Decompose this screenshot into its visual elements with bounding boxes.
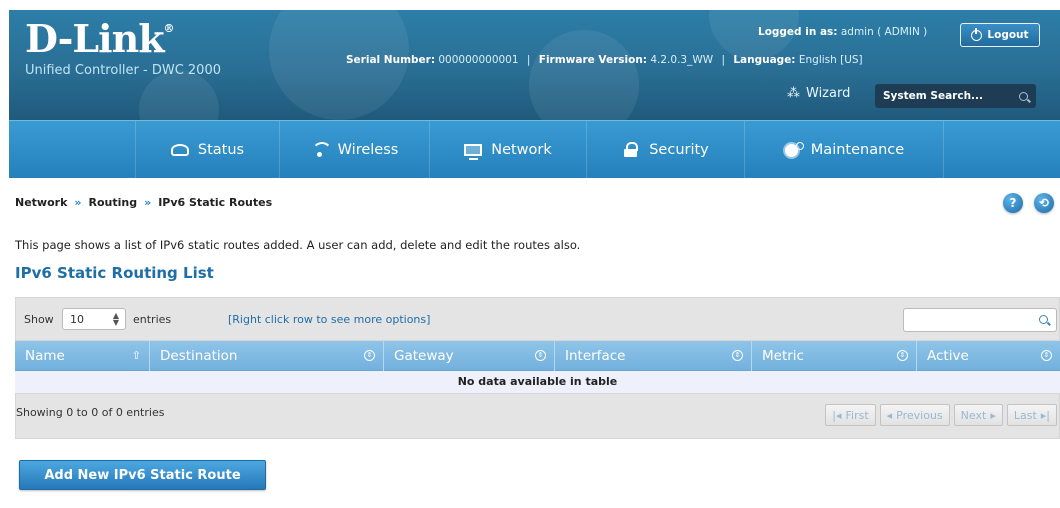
nav-item-wireless[interactable]: Wireless bbox=[279, 121, 429, 179]
column-header-interface[interactable]: Interface ⇕ bbox=[555, 341, 752, 371]
breadcrumb-current: IPv6 Static Routes bbox=[158, 196, 273, 209]
entries-label: entries bbox=[133, 313, 172, 326]
sort-icon: ⇕ bbox=[364, 350, 375, 361]
first-page-button[interactable]: |◂ First bbox=[825, 404, 876, 426]
right-click-hint: [Right click row to see more options] bbox=[228, 313, 431, 326]
column-header-gateway[interactable]: Gateway ⇕ bbox=[384, 341, 555, 371]
nav-item-network[interactable]: Network bbox=[429, 121, 586, 179]
nav-item-label: Network bbox=[491, 142, 552, 158]
previous-label: Previous bbox=[896, 408, 943, 422]
sort-icon: ⇕ bbox=[732, 350, 743, 361]
firmware-value: 4.2.0.3_WW bbox=[650, 54, 714, 66]
column-label: Metric bbox=[762, 348, 804, 364]
logged-label: Logged in as: bbox=[758, 26, 838, 38]
last-label: Last bbox=[1013, 408, 1037, 422]
lock-icon bbox=[622, 142, 640, 158]
decorative-bubble bbox=[529, 30, 639, 120]
column-header-name[interactable]: Name ⇧ bbox=[15, 341, 150, 371]
logout-button[interactable]: Logout bbox=[960, 23, 1040, 47]
column-label: Destination bbox=[160, 348, 238, 364]
nav-item-label: Wireless bbox=[337, 142, 399, 158]
language-value[interactable]: English [US] bbox=[799, 54, 863, 66]
column-label: Gateway bbox=[394, 348, 454, 364]
table-controls: Show 10 ▲ ▼ entries [Right click row to s… bbox=[15, 297, 1060, 341]
first-icon: |◂ bbox=[832, 408, 842, 422]
table-info: Showing 0 to 0 of 0 entries bbox=[16, 406, 165, 419]
wifi-icon bbox=[311, 142, 332, 158]
table-search-input[interactable] bbox=[903, 308, 1057, 332]
column-label: Interface bbox=[565, 348, 626, 364]
search-icon bbox=[1039, 315, 1048, 324]
breadcrumb-routing[interactable]: Routing bbox=[89, 196, 138, 209]
search-placeholder: System Search... bbox=[883, 90, 984, 102]
page-description: This page shows a list of IPv6 static ro… bbox=[15, 238, 581, 252]
page-size-value: 10 bbox=[70, 312, 84, 326]
nav-item-label: Status bbox=[197, 142, 245, 158]
gear-icon bbox=[784, 142, 804, 158]
sort-ascending-icon: ⇧ bbox=[131, 349, 141, 362]
next-page-button[interactable]: Next ▸ bbox=[953, 404, 1003, 426]
wand-icon: ⁂ bbox=[787, 86, 800, 101]
last-icon: ▸| bbox=[1040, 408, 1050, 422]
add-ipv6-route-button[interactable]: Add New IPv6 Static Route bbox=[19, 460, 266, 490]
network-icon bbox=[464, 144, 483, 160]
nav-item-label: Maintenance bbox=[810, 142, 905, 158]
language-label: Language: bbox=[733, 54, 796, 66]
select-arrows-icon: ▲ ▼ bbox=[112, 311, 119, 327]
device-info: Serial Number: 000000000001 | Firmware V… bbox=[346, 54, 863, 66]
nav-item-security[interactable]: Security bbox=[586, 121, 744, 179]
sort-icon: ⇕ bbox=[535, 350, 546, 361]
refresh-icon[interactable]: ⟲ bbox=[1034, 193, 1054, 213]
page-size-select[interactable]: 10 ▲ ▼ bbox=[62, 308, 126, 330]
previous-page-button[interactable]: ◂ Previous bbox=[879, 404, 950, 426]
logo-text: D-Link bbox=[25, 16, 165, 61]
system-search-input[interactable]: System Search... bbox=[875, 84, 1036, 108]
previous-icon: ◂ bbox=[886, 408, 893, 422]
last-page-button[interactable]: Last ▸| bbox=[1006, 404, 1057, 426]
nav-item-status[interactable]: Status bbox=[135, 121, 279, 179]
column-header-destination[interactable]: Destination ⇕ bbox=[150, 341, 384, 371]
wizard-link[interactable]: ⁂ Wizard bbox=[787, 86, 850, 101]
column-label: Active bbox=[927, 348, 969, 364]
nav-item-label: Security bbox=[649, 142, 709, 158]
next-icon: ▸ bbox=[990, 408, 996, 422]
nav-item-maintenance[interactable]: Maintenance bbox=[744, 121, 944, 179]
search-icon[interactable] bbox=[1019, 91, 1028, 101]
sort-icon: ⇕ bbox=[897, 350, 908, 361]
registered-mark: ® bbox=[163, 22, 175, 35]
pagination: |◂ First ◂ Previous Next ▸ Last ▸| bbox=[825, 404, 1057, 426]
wizard-label: Wizard bbox=[806, 86, 851, 101]
show-label: Show bbox=[24, 313, 54, 326]
table-footer: Showing 0 to 0 of 0 entries |◂ First ◂ Pre… bbox=[15, 393, 1060, 439]
logged-in-info: Logged in as: admin ( ADMIN ) bbox=[758, 26, 927, 38]
first-label: First bbox=[845, 408, 869, 422]
product-name: Unified Controller - DWC 2000 bbox=[25, 63, 221, 78]
column-label: Name bbox=[25, 348, 65, 364]
header-banner: D-Link® Unified Controller - DWC 2000 Se… bbox=[9, 10, 1060, 120]
table-header: Name ⇧ Destination ⇕ Gateway ⇕ Interface… bbox=[15, 341, 1060, 371]
section-title: IPv6 Static Routing List bbox=[15, 264, 214, 282]
logged-user: admin ( ADMIN ) bbox=[840, 26, 928, 38]
breadcrumb-network[interactable]: Network bbox=[15, 196, 67, 209]
logout-label: Logout bbox=[987, 29, 1029, 41]
help-icon[interactable]: ? bbox=[1003, 193, 1023, 213]
serial-value: 000000000001 bbox=[438, 54, 519, 66]
dlink-logo[interactable]: D-Link® bbox=[25, 16, 175, 61]
column-header-active[interactable]: Active ⇕ bbox=[917, 341, 1060, 371]
breadcrumb: Network» Routing» IPv6 Static Routes bbox=[15, 196, 273, 209]
power-icon bbox=[971, 27, 983, 41]
status-icon bbox=[170, 144, 189, 156]
column-header-metric[interactable]: Metric ⇕ bbox=[752, 341, 917, 371]
sort-icon: ⇕ bbox=[1041, 350, 1052, 361]
next-label: Next bbox=[960, 408, 987, 422]
empty-table-message: No data available in table bbox=[15, 371, 1060, 393]
serial-label: Serial Number: bbox=[346, 54, 436, 66]
firmware-label: Firmware Version: bbox=[538, 54, 648, 66]
main-nav: Status Wireless Network Security Mainten… bbox=[9, 120, 1060, 179]
